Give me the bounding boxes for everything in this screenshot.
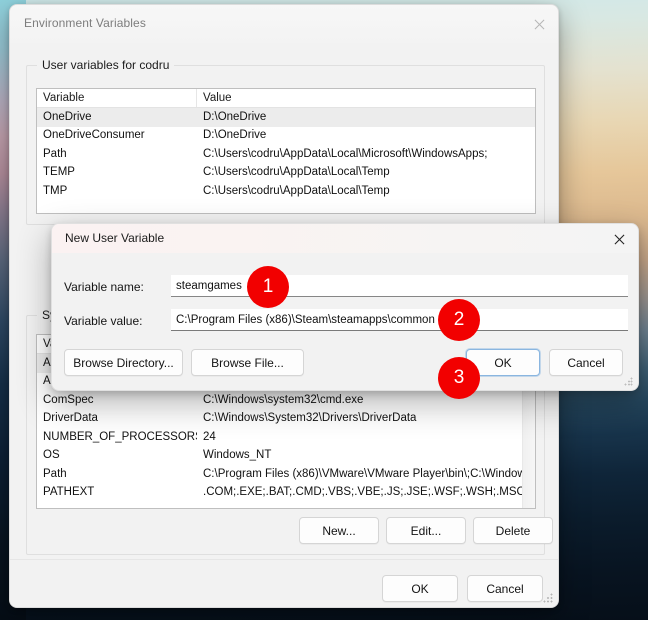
variable-name-input[interactable] [171, 275, 628, 297]
cell-variable: OneDrive [43, 110, 92, 123]
cell-value: C:\Users\codru\AppData\Local\Temp [203, 184, 390, 197]
new-variable-titlebar[interactable]: New User Variable [52, 224, 638, 253]
annotation-badge-1: 1 [247, 266, 289, 308]
cell-variable: OneDriveConsumer [43, 129, 145, 141]
window-titlebar[interactable]: Environment Variables [10, 5, 558, 43]
user-variables-legend: User variables for codru [37, 58, 175, 72]
edit-button[interactable]: Edit... [386, 517, 466, 544]
cell-value: 24 [203, 430, 216, 443]
delete-button[interactable]: Delete [473, 517, 553, 544]
cell-variable: NUMBER_OF_PROCESSORS [43, 430, 197, 443]
cell-value: C:\Users\codru\AppData\Local\Temp [203, 166, 390, 178]
variable-value-label: Variable value: [64, 314, 143, 328]
variable-name-label: Variable name: [64, 280, 144, 294]
table-row[interactable]: TEMP C:\Users\codru\AppData\Local\Temp [37, 164, 535, 183]
cell-value: D:\OneDrive [203, 129, 267, 141]
cancel-button[interactable]: Cancel [467, 575, 543, 602]
browse-directory-button[interactable]: Browse Directory... [64, 349, 183, 376]
cell-variable: PATHEXT [43, 486, 95, 498]
user-variables-rows: OneDrive D:\OneDrive OneDriveConsumer D:\On… [37, 108, 535, 201]
cell-value: .COM;.EXE;.BAT;.CMD;.VBS;.VBE;.JS;.JSE;.… [203, 486, 525, 498]
close-icon[interactable] [604, 226, 634, 252]
annotation-badge-3: 3 [438, 357, 480, 399]
cell-value: C:\Windows\System32\Drivers\DriverData [203, 412, 417, 424]
cell-variable: Path [43, 147, 67, 160]
resize-grip[interactable] [543, 593, 553, 603]
annotation-badge-2: 2 [438, 299, 480, 341]
table-row[interactable]: Path C:\Program Files (x86)\VMware\VMware… [37, 465, 535, 484]
browse-file-button[interactable]: Browse File... [191, 349, 304, 376]
new-button[interactable]: New... [299, 517, 379, 544]
column-header-value: Value [203, 92, 232, 104]
table-row[interactable]: NUMBER_OF_PROCESSORS 24 [37, 428, 535, 447]
table-row[interactable]: TMP C:\Users\codru\AppData\Local\Temp [37, 182, 535, 201]
column-header-variable: Variable [37, 89, 197, 107]
user-variables-table[interactable]: Variable Value OneDrive D:\OneDrive OneDri… [36, 88, 536, 214]
cell-value: C:\Windows\system32\cmd.exe [203, 393, 364, 406]
table-header-row: Variable Value [37, 89, 535, 108]
table-row[interactable]: OneDriveConsumer D:\OneDrive [37, 127, 535, 146]
resize-grip[interactable] [624, 377, 633, 386]
cell-variable: TEMP [43, 166, 75, 178]
variable-value-input[interactable] [171, 309, 628, 331]
cell-value: Windows_NT [203, 449, 272, 461]
cell-value: C:\Users\codru\AppData\Local\Microsoft\W… [203, 147, 488, 160]
table-row[interactable]: OneDrive D:\OneDrive [37, 108, 535, 127]
table-row[interactable]: PATHEXT .COM;.EXE;.BAT;.CMD;.VBS;.VBE;.JS… [37, 484, 535, 503]
table-row[interactable]: OS Windows_NT [37, 447, 535, 466]
new-variable-cancel-button[interactable]: Cancel [549, 349, 623, 376]
cell-variable: OS [43, 449, 60, 461]
window-title: Environment Variables [24, 16, 146, 30]
table-row[interactable]: DriverData C:\Windows\System32\Drivers\Dr… [37, 410, 535, 429]
ok-button[interactable]: OK [382, 575, 458, 602]
cell-variable: ComSpec [43, 393, 94, 406]
cell-variable: DriverData [43, 412, 98, 424]
close-icon[interactable] [524, 11, 554, 37]
cell-variable: Path [43, 467, 67, 480]
cell-variable: TMP [43, 184, 68, 197]
cell-value: C:\Program Files (x86)\VMware\VMware Pla… [203, 467, 535, 480]
table-row[interactable]: Path C:\Users\codru\AppData\Local\Microso… [37, 145, 535, 164]
user-variables-group: User variables for codru Variable Value … [26, 58, 545, 225]
cell-value: D:\OneDrive [203, 110, 267, 123]
new-variable-title: New User Variable [65, 231, 165, 245]
